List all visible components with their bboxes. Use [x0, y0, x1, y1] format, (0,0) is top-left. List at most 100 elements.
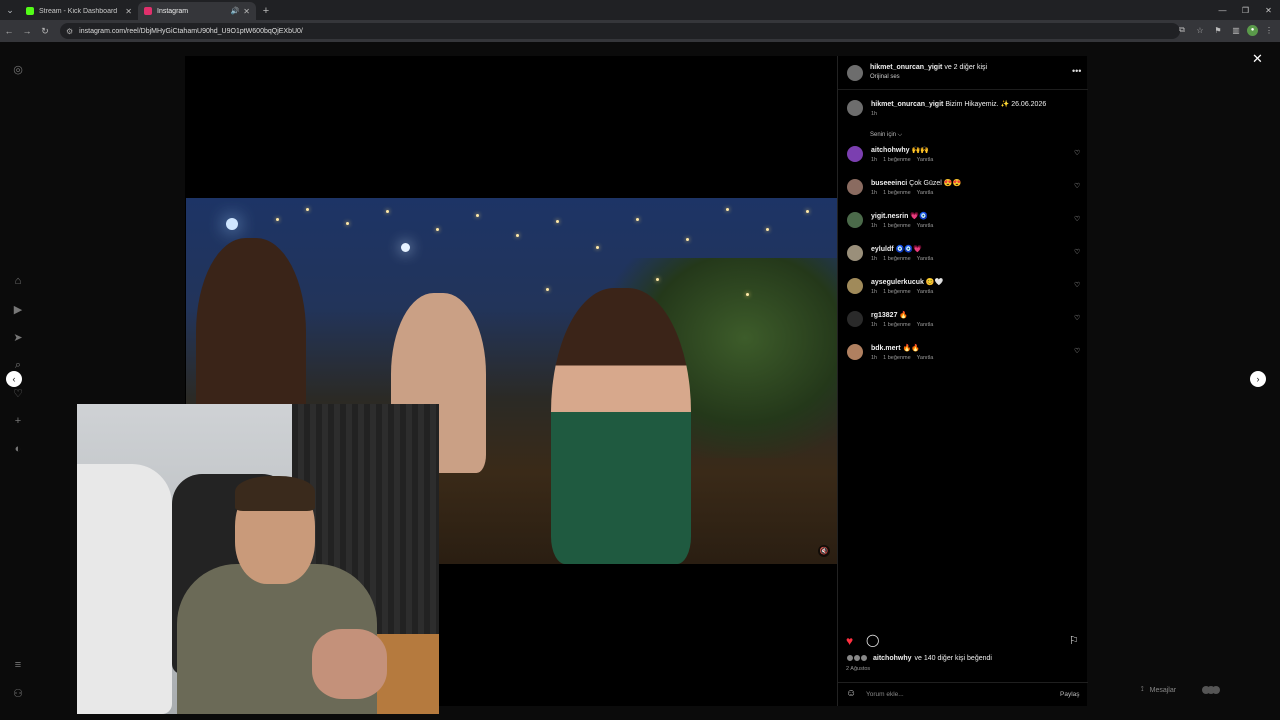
search-icon[interactable]: ⌕ — [11, 358, 25, 372]
messages-button[interactable]: ⟟ Mesajlar — [1135, 682, 1270, 698]
liked-by-user[interactable]: aitchohwhy — [873, 655, 912, 662]
comment-likes[interactable]: 1 beğenme — [883, 256, 911, 262]
tab-title: Instagram — [157, 7, 189, 15]
restore-icon[interactable]: ❐ — [1234, 0, 1257, 20]
close-window-icon[interactable]: ✕ — [1257, 0, 1280, 20]
reload-icon[interactable]: ↻ — [36, 20, 54, 42]
comment-meta: 1h 1 beğenme Yanıtla — [871, 355, 933, 361]
sidepanel-icon[interactable]: ▥ — [1229, 23, 1243, 37]
comment-username[interactable]: eyluldf — [871, 246, 894, 253]
reply-link[interactable]: Yanıtla — [917, 223, 934, 229]
emoji-icon[interactable]: ☺ — [846, 688, 856, 699]
comment-username[interactable]: rg13827 — [871, 312, 897, 319]
close-icon[interactable]: ✕ — [1252, 51, 1263, 67]
reply-link[interactable]: Yanıtla — [917, 289, 934, 295]
liked-by-rest[interactable]: ve 140 diğer kişi beğendi — [915, 655, 992, 662]
comment-likes[interactable]: 1 beğenme — [883, 355, 911, 361]
comment-like-heart-icon[interactable]: ♡ — [1074, 314, 1080, 322]
avatar[interactable] — [847, 245, 863, 261]
comment-time: 1h — [871, 322, 878, 328]
comment-input[interactable]: Yorum ekle... — [866, 691, 904, 698]
more-menu-icon[interactable]: ⋮ — [1262, 23, 1276, 37]
site-info-icon[interactable]: ⚙ — [66, 27, 73, 36]
comment-likes[interactable]: 1 beğenme — [883, 223, 911, 229]
reply-link[interactable]: Yanıtla — [917, 355, 934, 361]
avatar[interactable] — [847, 179, 863, 195]
reply-link[interactable]: Yanıtla — [917, 322, 934, 328]
comment-likes[interactable]: 1 beğenme — [883, 322, 911, 328]
address-bar[interactable]: ⚙ instagram.com/reel/DbjMHyGiCtahamU90hd… — [60, 23, 1180, 39]
string-light — [306, 208, 309, 211]
avatar[interactable] — [847, 311, 863, 327]
new-tab-button[interactable]: + — [256, 2, 276, 20]
previous-post-icon[interactable]: ‹ — [6, 371, 22, 387]
author-username[interactable]: hikmet_onurcan_yigit — [870, 64, 942, 71]
comment-username[interactable]: bdk.mert — [871, 345, 901, 352]
comment-username[interactable]: aitchohwhy — [871, 147, 910, 154]
more-options-icon[interactable]: ••• — [1072, 66, 1081, 76]
send-icon[interactable]: ➤ — [11, 330, 25, 344]
forward-icon[interactable]: → — [18, 20, 36, 42]
comment-likes[interactable]: 1 beğenme — [883, 190, 911, 196]
comment-username[interactable]: buseeeinci — [871, 180, 907, 187]
back-icon[interactable]: ← — [0, 20, 18, 42]
comment-item: eyluldf 🧿🧿💗 1h 1 beğenme Yanıtla ♡ — [838, 245, 1088, 269]
comment-like-heart-icon[interactable]: ♡ — [1074, 281, 1080, 289]
comment-bubble-icon[interactable]: ◯ — [866, 633, 879, 647]
menu-icon[interactable]: ≡ — [11, 658, 25, 672]
install-app-icon[interactable]: ⧉ — [1175, 23, 1189, 37]
tab-kick-dashboard[interactable]: Stream - Kick Dashboard ✕ — [20, 2, 138, 20]
extensions-icon[interactable]: ⚑ — [1211, 23, 1225, 37]
next-post-icon[interactable]: › — [1250, 371, 1266, 387]
avatar[interactable] — [847, 212, 863, 228]
tab-search-icon[interactable]: ⌄ — [0, 0, 20, 20]
comment-username[interactable]: yigit.nesrin — [871, 213, 908, 220]
close-tab-icon[interactable]: ✕ — [125, 7, 132, 16]
comment-item: rg13827 🔥 1h 1 beğenme Yanıtla ♡ — [838, 311, 1088, 335]
comment-likes[interactable]: 1 beğenme — [883, 157, 911, 163]
avatar[interactable] — [847, 65, 863, 81]
share-button[interactable]: Paylaş — [1060, 691, 1080, 698]
speaker-icon[interactable]: 🔊 — [231, 7, 240, 15]
comment-username[interactable]: aysegulerkucuk — [871, 279, 924, 286]
comment-like-heart-icon[interactable]: ♡ — [1074, 182, 1080, 190]
instagram-icon[interactable]: ◎ — [11, 62, 25, 76]
reply-link[interactable]: Yanıtla — [917, 190, 934, 196]
caption-username[interactable]: hikmet_onurcan_yigit — [871, 101, 943, 108]
comment-time: 1h — [871, 289, 878, 295]
tab-instagram[interactable]: Instagram 🔊 ✕ — [138, 2, 256, 20]
avatar[interactable] — [847, 146, 863, 162]
avatar[interactable] — [847, 278, 863, 294]
comment-like-heart-icon[interactable]: ♡ — [1074, 215, 1080, 223]
comment-sort-dropdown[interactable]: Senin için ⌵ — [870, 132, 902, 139]
likes-summary[interactable]: aitchohwhy ve 140 diğer kişi beğendi — [846, 654, 992, 662]
post-author[interactable]: hikmet_onurcan_yigit ve 2 diğer kişi — [870, 64, 987, 71]
profile-icon[interactable]: ◐ — [11, 442, 25, 456]
create-icon[interactable]: + — [11, 414, 25, 428]
comment-like-heart-icon[interactable]: ♡ — [1074, 248, 1080, 256]
comment-like-heart-icon[interactable]: ♡ — [1074, 347, 1080, 355]
avatar[interactable] — [847, 344, 863, 360]
heart-icon[interactable]: ♡ — [11, 386, 25, 400]
close-tab-icon[interactable]: ✕ — [243, 7, 250, 16]
reels-icon[interactable]: ▶ — [11, 302, 25, 316]
like-heart-icon[interactable]: ♥ — [846, 634, 853, 648]
comment-likes[interactable]: 1 beğenme — [883, 289, 911, 295]
home-icon[interactable]: ⌂ — [11, 274, 25, 288]
profile-avatar-icon[interactable]: ● — [1247, 24, 1258, 36]
minimize-icon[interactable]: — — [1211, 0, 1234, 20]
mute-toggle-icon[interactable]: 🔇 — [818, 545, 830, 557]
audio-label[interactable]: Orijinal ses — [870, 74, 900, 80]
meta-icon[interactable]: ⚇ — [11, 686, 25, 700]
bookmark-star-icon[interactable]: ☆ — [1193, 23, 1207, 37]
webcam-person-hand — [312, 629, 387, 699]
comment-text: yigit.nesrin 💗🧿 — [871, 212, 928, 220]
reply-link[interactable]: Yanıtla — [917, 256, 934, 262]
comment-meta: 1h 1 beğenme Yanıtla — [871, 157, 933, 163]
reply-link[interactable]: Yanıtla — [917, 157, 934, 163]
string-light — [726, 208, 729, 211]
collab-suffix[interactable]: ve 2 diğer kişi — [944, 64, 987, 71]
comment-like-heart-icon[interactable]: ♡ — [1074, 149, 1080, 157]
bookmark-icon[interactable]: ⚐ — [1069, 634, 1079, 647]
avatar[interactable] — [847, 100, 863, 116]
